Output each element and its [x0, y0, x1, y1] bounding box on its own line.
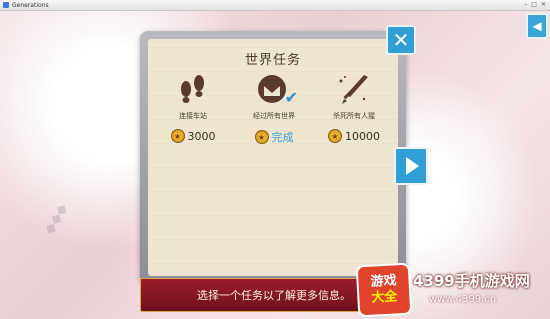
reward-status: 完成: [271, 131, 294, 144]
reward-value: 3000: [187, 129, 216, 143]
window-titlebar: Generations – □ ✕: [0, 0, 550, 11]
sword-icon: [334, 69, 374, 109]
app-icon: [3, 2, 9, 8]
close-icon: ✕: [392, 28, 410, 52]
check-icon: ✔: [284, 88, 298, 107]
close-button[interactable]: ✕: [386, 25, 416, 55]
next-page-button[interactable]: [394, 147, 428, 185]
watermark-badge-bottom: 大全: [371, 289, 398, 306]
world-quests-frame: 世界任务 连接车站 ★ 3000 ✔ 经过所有世界 ★ 完成 杀死所有人猩 ★ …: [140, 31, 406, 284]
star-coin-icon: ★: [254, 130, 269, 144]
background-stamp: ◆◆◆: [41, 201, 72, 237]
quest-reward: ★ 3000: [153, 129, 233, 143]
quest-visit-all-worlds[interactable]: ✔ 经过所有世界 ★ 完成: [234, 69, 314, 145]
star-coin-icon: ★: [328, 129, 342, 143]
quest-name: 杀死所有人猩: [333, 112, 375, 120]
quest-connect-stations[interactable]: 连接车站 ★ 3000: [153, 69, 233, 143]
right-triangle-icon: [406, 157, 419, 175]
info-text: 选择一个任务以了解更多信息。: [197, 289, 351, 302]
watermark-badge-top: 游戏: [370, 273, 397, 290]
previous-arrow-button[interactable]: ◀: [526, 13, 548, 39]
quest-name: 连接车站: [179, 112, 207, 120]
watermark-site-name: 4399手机游戏网: [413, 272, 530, 290]
window-close-icon[interactable]: ✕: [541, 1, 546, 9]
quest-name: 经过所有世界: [253, 112, 295, 120]
quest-kill-all[interactable]: 杀死所有人猩 ★ 10000: [314, 69, 394, 143]
site-watermark: 游戏 大全 4399手机游戏网 www.4399.cn: [355, 262, 550, 319]
minimize-icon[interactable]: –: [524, 1, 527, 9]
left-triangle-icon: ◀: [532, 19, 542, 33]
maximize-icon[interactable]: □: [531, 1, 537, 9]
envelope-check-icon: ✔: [254, 69, 298, 109]
quest-reward: ★ 完成: [234, 129, 314, 145]
watermark-url: www.4399.cn: [429, 294, 497, 305]
panel-title: 世界任务: [244, 53, 301, 68]
window-controls: – □ ✕: [524, 1, 546, 9]
quest-reward: ★ 10000: [314, 129, 394, 143]
window-title: Generations: [12, 1, 49, 9]
quests-panel: 世界任务 连接车站 ★ 3000 ✔ 经过所有世界 ★ 完成 杀死所有人猩 ★ …: [148, 39, 398, 276]
reward-value: 10000: [345, 129, 380, 143]
watermark-logo: 游戏 大全: [355, 262, 413, 318]
footprints-icon: [173, 69, 213, 109]
star-coin-icon: ★: [170, 129, 185, 143]
